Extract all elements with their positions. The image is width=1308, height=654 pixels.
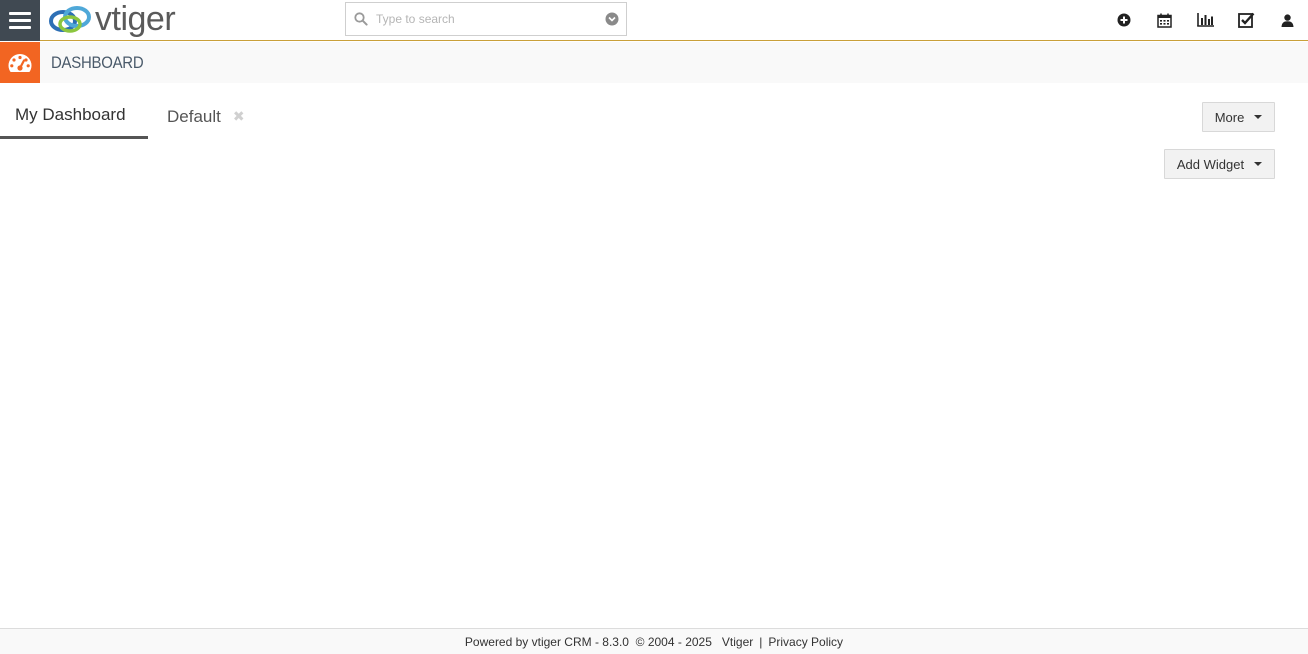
tab-default[interactable]: Default ✖ <box>148 94 260 139</box>
more-button[interactable]: More <box>1202 102 1275 132</box>
vtiger-logo-icon <box>49 6 91 33</box>
footer-powered-text: Powered by vtiger CRM - 8.3.0 © 2004 - 2… <box>464 634 712 649</box>
app-menu-button[interactable] <box>0 0 40 41</box>
footer-separator: | <box>759 634 763 649</box>
plus-circle-icon <box>1117 13 1130 27</box>
vtiger-link[interactable]: Vtiger <box>722 635 753 649</box>
tab-label: My Dashboard <box>15 105 126 124</box>
add-widget-label: Add Widget <box>1176 156 1245 172</box>
tab-label: Default <box>167 106 221 126</box>
footer: Powered by vtiger CRM - 8.3.0 © 2004 - 2… <box>0 628 1308 654</box>
search-options-button[interactable] <box>598 12 626 26</box>
caret-down-icon <box>1254 162 1263 166</box>
tasks-button[interactable] <box>1226 0 1267 40</box>
privacy-policy-link[interactable]: Privacy Policy <box>768 635 843 649</box>
checkbox-icon <box>1238 12 1255 28</box>
quick-create-button[interactable] <box>1103 0 1144 40</box>
user-icon <box>1281 13 1294 27</box>
module-title[interactable]: DASHBOARD <box>51 42 144 83</box>
calendar-button[interactable] <box>1144 0 1185 40</box>
add-widget-button[interactable]: Add Widget <box>1164 149 1275 179</box>
top-navbar: vtiger <box>0 0 1308 41</box>
vtiger-logo[interactable]: vtiger <box>47 0 176 38</box>
module-icon-box[interactable] <box>0 42 40 83</box>
search-icon <box>346 12 376 26</box>
logo-text: vtiger <box>95 0 176 38</box>
more-button-label: More <box>1214 109 1245 125</box>
bar-chart-icon <box>1197 13 1214 27</box>
dashboard-gauge-icon <box>8 53 32 72</box>
hamburger-icon <box>9 12 31 15</box>
global-search <box>345 2 627 36</box>
header-actions <box>1103 0 1308 40</box>
dashboard-tabs: My Dashboard Default ✖ <box>0 94 260 139</box>
close-icon[interactable]: ✖ <box>233 108 245 125</box>
reports-button[interactable] <box>1185 0 1226 40</box>
user-menu-button[interactable] <box>1267 0 1308 40</box>
caret-down-icon <box>1254 115 1263 119</box>
calendar-icon <box>1157 13 1172 28</box>
search-input[interactable] <box>376 4 598 34</box>
module-header: DASHBOARD <box>0 42 1308 83</box>
chevron-down-circle-icon <box>605 12 619 26</box>
tab-my-dashboard[interactable]: My Dashboard <box>0 94 148 139</box>
